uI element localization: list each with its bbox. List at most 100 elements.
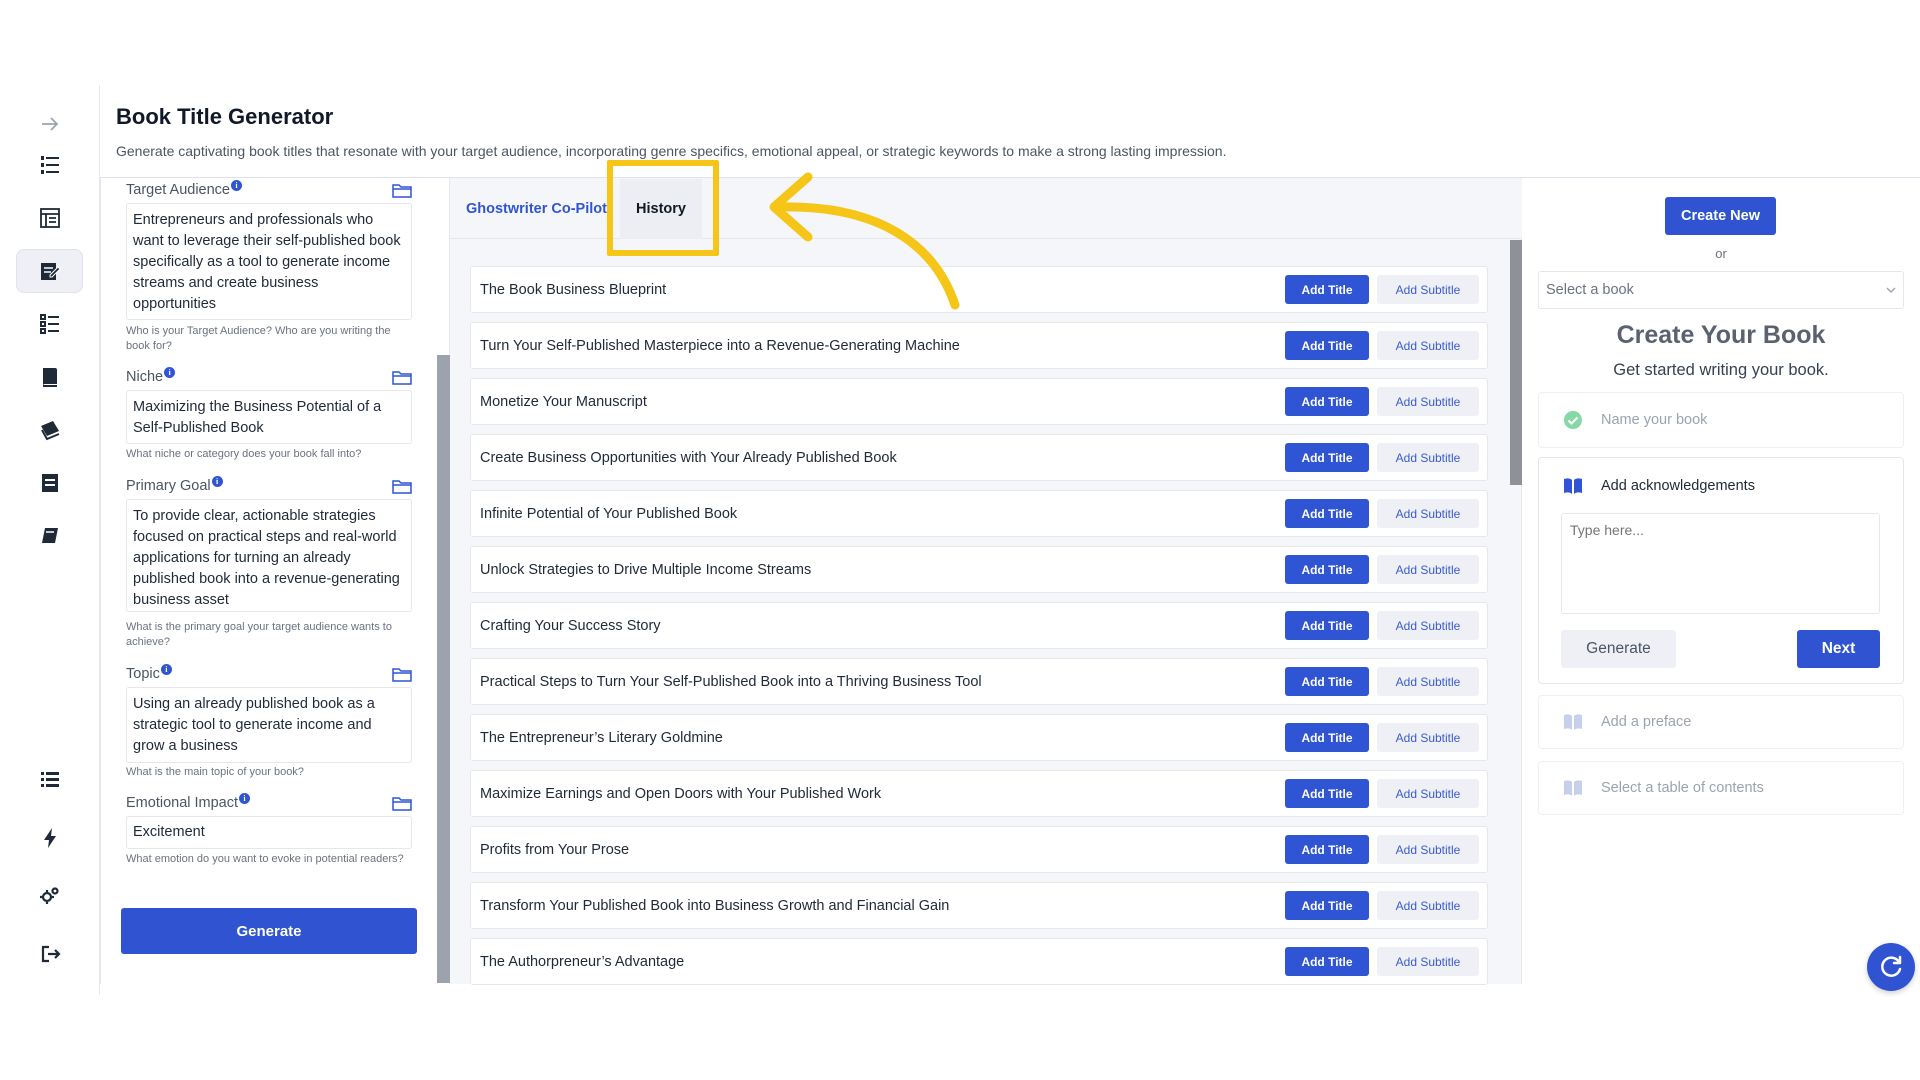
- title-text: Monetize Your Manuscript: [480, 393, 647, 410]
- folder-icon[interactable]: [392, 666, 412, 682]
- add-title-button[interactable]: Add Title: [1285, 611, 1369, 640]
- edit-document-icon[interactable]: [16, 249, 83, 293]
- add-title-button[interactable]: Add Title: [1285, 555, 1369, 584]
- primary-goal-field[interactable]: To provide clear, actionable strategies …: [126, 499, 412, 612]
- add-title-button[interactable]: Add Title: [1285, 947, 1369, 976]
- page-title: Book Title Generator: [116, 104, 334, 129]
- add-subtitle-button[interactable]: Add Subtitle: [1377, 499, 1479, 528]
- add-title-button[interactable]: Add Title: [1285, 779, 1369, 808]
- add-title-button[interactable]: Add Title: [1285, 275, 1369, 304]
- lightning-icon[interactable]: [16, 816, 83, 860]
- title-row: Maximize Earnings and Open Doors with Yo…: [470, 770, 1488, 817]
- step-ack-label: Add acknowledgements: [1601, 478, 1755, 494]
- folder-icon[interactable]: [392, 478, 412, 494]
- folder-icon[interactable]: [392, 369, 412, 385]
- list-numbered-icon[interactable]: [16, 143, 83, 187]
- step-name-book[interactable]: Name your book: [1538, 392, 1904, 448]
- chat-support-button[interactable]: [1867, 943, 1915, 991]
- add-title-button[interactable]: Add Title: [1285, 331, 1369, 360]
- target-audience-field[interactable]: Entrepreneurs and professionals who want…: [126, 203, 412, 320]
- add-subtitle-button[interactable]: Add Subtitle: [1377, 667, 1479, 696]
- target-audience-hint: Who is your Target Audience? Who are you…: [126, 325, 391, 352]
- title-text: The Book Business Blueprint: [480, 281, 667, 298]
- title-row: Monetize Your Manuscript Add Title Add Sub…: [470, 378, 1488, 425]
- info-icon[interactable]: i: [231, 180, 242, 191]
- title-text: Turn Your Self-Published Masterpiece int…: [480, 337, 960, 354]
- arrow-right-icon[interactable]: [16, 102, 83, 146]
- tab-history[interactable]: History: [620, 179, 702, 239]
- create-book-subheading: Get started writing your book.: [1613, 361, 1829, 379]
- add-subtitle-button[interactable]: Add Subtitle: [1377, 555, 1479, 584]
- emotional-impact-label-text: Emotional Impact: [126, 795, 239, 811]
- title-row: Turn Your Self-Published Masterpiece int…: [470, 322, 1488, 369]
- page-description: Generate captivating book titles that re…: [116, 143, 1227, 159]
- step-preface[interactable]: Add a preface: [1538, 695, 1904, 749]
- acknowledgements-input[interactable]: [1561, 513, 1880, 614]
- info-icon[interactable]: i: [211, 476, 223, 487]
- add-title-button[interactable]: Add Title: [1285, 387, 1369, 416]
- folder-icon[interactable]: [392, 795, 412, 811]
- info-icon[interactable]: i: [164, 367, 176, 378]
- add-subtitle-button[interactable]: Add Subtitle: [1377, 275, 1479, 304]
- archive-icon[interactable]: [16, 461, 83, 505]
- add-subtitle-button[interactable]: Add Subtitle: [1377, 779, 1479, 808]
- add-subtitle-button[interactable]: Add Subtitle: [1377, 443, 1479, 472]
- topic-field[interactable]: Using an already published book as a str…: [126, 687, 412, 763]
- topic-label-text: Topic: [126, 666, 160, 682]
- step-toc[interactable]: Select a table of contents: [1538, 761, 1904, 815]
- add-title-button[interactable]: Add Title: [1285, 443, 1369, 472]
- book-select[interactable]: Select a book: [1538, 271, 1904, 309]
- outline-list-icon[interactable]: [16, 302, 83, 346]
- add-subtitle-button[interactable]: Add Subtitle: [1377, 331, 1479, 360]
- form-scrollbar[interactable]: [437, 355, 450, 983]
- add-subtitle-button[interactable]: Add Subtitle: [1377, 611, 1479, 640]
- title-row: The Book Business Blueprint Add Title Add …: [470, 266, 1488, 313]
- acknowledgements-generate-button[interactable]: Generate: [1561, 630, 1676, 668]
- titles-scrollbar[interactable]: [1510, 240, 1522, 485]
- menu-list-icon[interactable]: [16, 757, 83, 801]
- book-icon[interactable]: [16, 514, 83, 558]
- emotional-impact-label: Emotional Impact i: [126, 793, 251, 811]
- folder-icon[interactable]: [392, 182, 412, 198]
- add-subtitle-button[interactable]: Add Subtitle: [1377, 891, 1479, 920]
- add-subtitle-button[interactable]: Add Subtitle: [1377, 723, 1479, 752]
- title-row: Transform Your Published Book into Busin…: [470, 882, 1488, 929]
- open-book-icon: [1563, 712, 1583, 732]
- add-title-button[interactable]: Add Title: [1285, 891, 1369, 920]
- add-title-button[interactable]: Add Title: [1285, 723, 1369, 752]
- chevron-down-icon: [1886, 287, 1896, 293]
- add-title-button[interactable]: Add Title: [1285, 667, 1369, 696]
- add-title-button[interactable]: Add Title: [1285, 835, 1369, 864]
- target-audience-label-text: Target Audience: [126, 182, 230, 198]
- create-new-button[interactable]: Create New: [1665, 197, 1776, 235]
- niche-label-text: Niche: [126, 369, 164, 385]
- title-row: Crafting Your Success Story Add Title Add …: [470, 602, 1488, 649]
- step-preface-label: Add a preface: [1601, 714, 1692, 730]
- niche-field[interactable]: Maximizing the Business Potential of a S…: [126, 390, 412, 444]
- book-stack-icon[interactable]: [16, 355, 83, 399]
- title-row: Profits from Your Prose Add Title Add Subt…: [470, 826, 1488, 873]
- add-subtitle-button[interactable]: Add Subtitle: [1377, 835, 1479, 864]
- logout-icon[interactable]: [16, 932, 83, 976]
- books-icon[interactable]: [16, 408, 83, 452]
- title-text: The Entrepreneur’s Literary Goldmine: [480, 729, 723, 746]
- add-title-button[interactable]: Add Title: [1285, 499, 1369, 528]
- add-subtitle-button[interactable]: Add Subtitle: [1377, 947, 1479, 976]
- primary-goal-hint: What is the primary goal your target aud…: [126, 621, 392, 648]
- next-button[interactable]: Next: [1797, 630, 1880, 668]
- primary-goal-label: Primary Goal i: [126, 476, 223, 494]
- title-text: Crafting Your Success Story: [480, 617, 661, 634]
- title-text: Transform Your Published Book into Busin…: [480, 897, 950, 914]
- settings-gears-icon[interactable]: [16, 874, 83, 918]
- add-subtitle-button[interactable]: Add Subtitle: [1377, 387, 1479, 416]
- document-layout-icon[interactable]: [16, 196, 83, 240]
- title-row: Infinite Potential of Your Published Boo…: [470, 490, 1488, 537]
- generate-button[interactable]: Generate: [121, 908, 417, 954]
- info-icon[interactable]: i: [160, 664, 172, 675]
- book-select-placeholder: Select a book: [1546, 282, 1634, 298]
- niche-label: Niche i: [126, 367, 176, 385]
- tab-ghostwriter-copilot[interactable]: Ghostwriter Co-Pilot: [466, 179, 607, 239]
- info-icon[interactable]: i: [239, 793, 251, 804]
- emotional-impact-field[interactable]: Excitement: [126, 816, 412, 849]
- title-text: Unlock Strategies to Drive Multiple Inco…: [480, 561, 812, 578]
